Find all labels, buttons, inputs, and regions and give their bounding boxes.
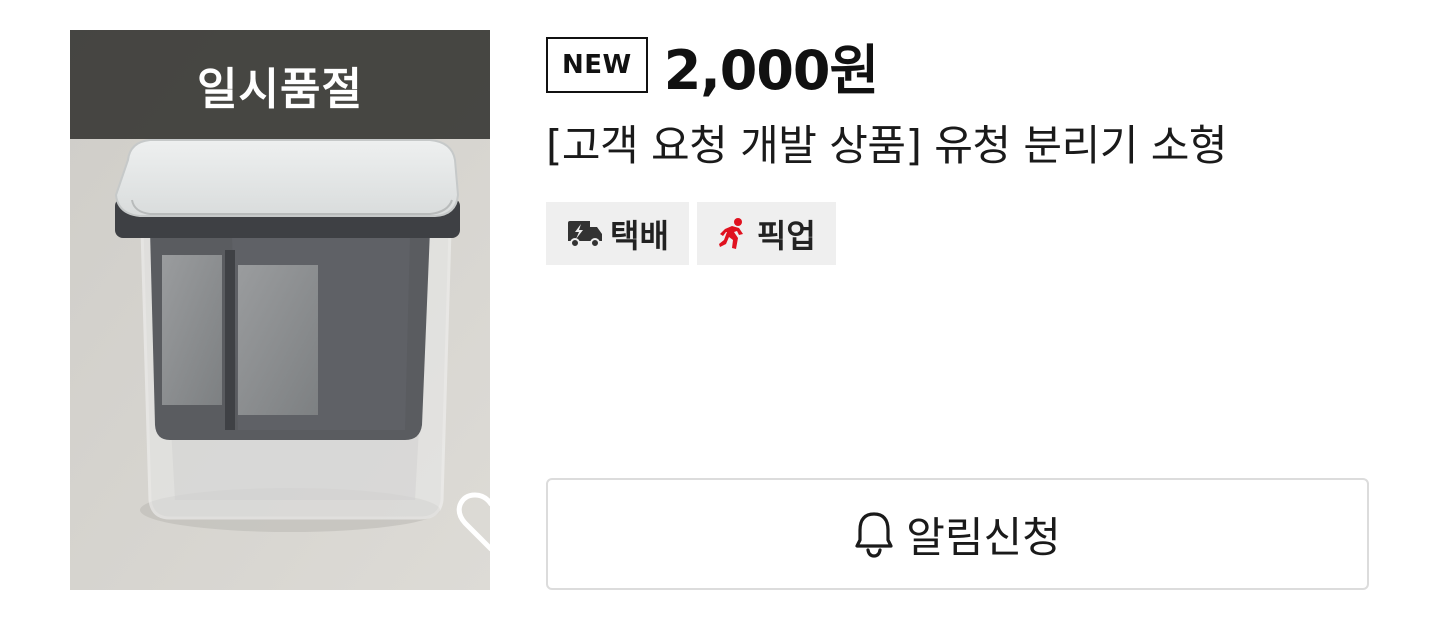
- soldout-banner: 일시품절: [70, 30, 490, 139]
- tag-pickup-label: 픽업: [756, 216, 816, 255]
- tag-pickup: 픽업: [696, 202, 836, 265]
- restock-notify-label: 알림신청: [906, 512, 1061, 562]
- product-name[interactable]: [고객 요청 개발 상품] 유청 분리기 소형: [546, 112, 1227, 173]
- running-person-icon: [717, 217, 751, 251]
- product-price: 2,000원: [663, 38, 879, 102]
- price-row: NEW 2,000원: [546, 34, 879, 102]
- product-image-container[interactable]: 일시품절: [70, 30, 490, 590]
- wishlist-button[interactable]: [453, 488, 490, 558]
- bell-icon: [854, 510, 894, 558]
- tag-delivery-label: 택배: [610, 216, 669, 255]
- delivery-tags: 택배 픽업: [546, 202, 836, 265]
- tag-delivery: 택배: [546, 202, 689, 265]
- restock-notify-button[interactable]: 알림신청: [546, 478, 1369, 590]
- product-card: 일시품절 NEW 2,000원 [고객 요청 개발 상품] 유청 분리기 소형: [0, 0, 1440, 627]
- new-badge: NEW: [546, 37, 648, 93]
- delivery-truck-icon: [566, 219, 604, 249]
- heart-outline-icon: [456, 492, 490, 552]
